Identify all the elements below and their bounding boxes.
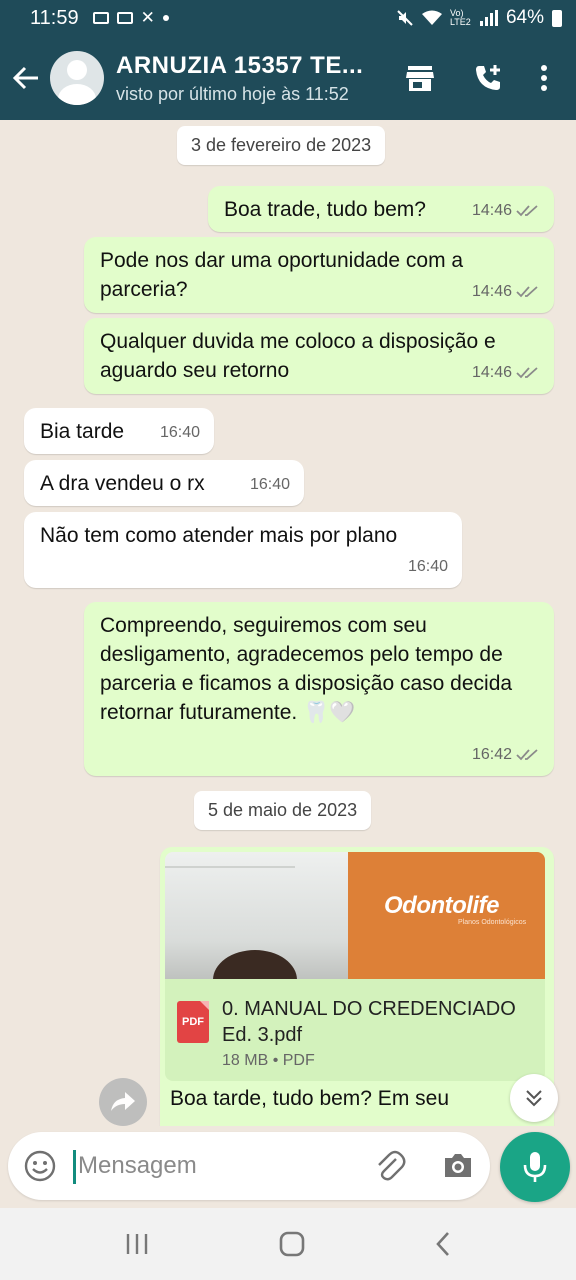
double-check-icon (516, 204, 538, 216)
pdf-icon: PDF (177, 1001, 209, 1043)
store-icon (406, 66, 434, 91)
message-text: Boa trade, tudo bem? (224, 198, 426, 221)
network-label: Vo) LTE2 (449, 8, 471, 27)
brand-logo: Odontolife (384, 892, 499, 919)
document-file-meta: 18 MB • PDF (222, 1052, 315, 1069)
message-bubble-incoming[interactable]: Não tem como atender mais por plano 16:4… (24, 512, 462, 588)
signal-icon (479, 10, 498, 26)
contact-name: ARNUZIA 15357 TE... (116, 51, 364, 79)
status-time: 11:59 (30, 6, 79, 29)
more-vert-icon (541, 65, 547, 91)
status-bar: 11:59 ✕ Vo) LTE2 64% (0, 0, 576, 36)
notification-icons: ✕ (92, 8, 169, 28)
back-button[interactable] (2, 66, 50, 90)
message-text: A dra vendeu o rx (40, 472, 205, 495)
forward-icon (111, 1092, 135, 1111)
camera-icon[interactable] (442, 1150, 474, 1180)
chat-header: ARNUZIA 15357 TE... visto por último hoj… (0, 36, 576, 120)
battery-icon (552, 9, 562, 27)
message-time: 16:40 (249, 476, 290, 493)
mic-icon (523, 1152, 547, 1182)
menu-button[interactable] (522, 65, 566, 91)
message-bubble-outgoing[interactable]: Compreendo, seguiremos com seu desligame… (84, 602, 554, 776)
date-chip: 5 de maio de 2023 (194, 791, 372, 830)
message-time: 16:42 (471, 746, 512, 763)
message-time: 14:46 (471, 364, 512, 381)
date-chip: 3 de fevereiro de 2023 (177, 126, 386, 165)
message-text: Não tem como atender mais por plano (40, 524, 398, 547)
message-list[interactable]: 3 de fevereiro de 2023 Boa trade, tudo b… (0, 120, 576, 1126)
add-call-button[interactable] (454, 63, 522, 93)
message-time: 16:40 (407, 558, 448, 575)
back-nav-icon[interactable] (434, 1231, 452, 1257)
message-text: Qualquer duvida me coloco a disposição e… (100, 330, 496, 382)
message-bubble-incoming[interactable]: Bia tarde 16:40 (24, 408, 214, 454)
more-notifications-icon (162, 15, 169, 21)
message-bubble-outgoing[interactable]: Pode nos dar uma oportunidade com a parc… (84, 237, 554, 313)
scroll-to-bottom-button[interactable] (510, 1074, 558, 1122)
back-arrow-icon (13, 66, 38, 90)
recents-icon[interactable] (124, 1233, 150, 1255)
message-text: Bia tarde (40, 420, 125, 443)
last-seen-text: visto por último hoje às 11:52 (116, 83, 349, 104)
mute-icon (397, 10, 413, 26)
home-icon[interactable] (279, 1231, 305, 1257)
preview-brand-panel: Odontolife Planos Odontológicos (348, 852, 545, 979)
message-text: Compreendo, seguiremos com seu desligame… (100, 614, 513, 724)
message-time: 14:46 (471, 202, 512, 219)
document-file-name: 0. MANUAL DO CREDENCIADO Ed. 3.pdf (222, 998, 516, 1046)
contact-avatar[interactable] (50, 51, 104, 105)
message-time: 16:40 (159, 424, 200, 441)
message-composer (8, 1132, 490, 1200)
chevron-double-down-icon (526, 1090, 542, 1107)
double-check-icon (516, 366, 538, 378)
message-time: 14:46 (471, 283, 512, 300)
document-caption: Boa tarde, tudo bem? Em seu (170, 1087, 449, 1110)
preview-photo (165, 852, 348, 979)
message-input[interactable] (78, 1146, 358, 1186)
text-cursor (73, 1150, 76, 1184)
voice-message-button[interactable] (500, 1132, 570, 1202)
laptop-notification-icon (116, 12, 133, 24)
tools-notification-icon: ✕ (140, 8, 155, 27)
double-check-icon (516, 285, 538, 297)
forward-button[interactable] (99, 1078, 147, 1126)
battery-percent: 64% (505, 7, 544, 28)
double-check-icon (516, 748, 538, 760)
contact-info[interactable]: ARNUZIA 15357 TE... visto por último hoj… (116, 52, 386, 105)
gallery-notification-icon (92, 12, 109, 24)
document-info[interactable]: PDF 0. MANUAL DO CREDENCIADO Ed. 3.pdf 1… (165, 979, 545, 1081)
message-text: Pode nos dar uma oportunidade com a parc… (100, 249, 464, 301)
attach-clip-icon[interactable] (374, 1149, 406, 1183)
message-bubble-outgoing[interactable]: Qualquer duvida me coloco a disposição e… (84, 318, 554, 394)
message-bubble-incoming[interactable]: A dra vendeu o rx 16:40 (24, 460, 304, 506)
document-preview[interactable]: Odontolife Planos Odontológicos (165, 852, 545, 979)
message-bubble-outgoing[interactable]: Boa trade, tudo bem? 14:46 (208, 186, 554, 232)
brand-subtitle: Planos Odontológicos (458, 919, 527, 926)
document-message[interactable]: Odontolife Planos Odontológicos PDF 0. M… (160, 847, 554, 1126)
system-nav-bar (0, 1208, 576, 1280)
add-call-icon (476, 65, 500, 90)
emoji-icon[interactable] (24, 1150, 56, 1182)
wifi-icon (421, 10, 442, 25)
catalog-button[interactable] (386, 64, 454, 92)
